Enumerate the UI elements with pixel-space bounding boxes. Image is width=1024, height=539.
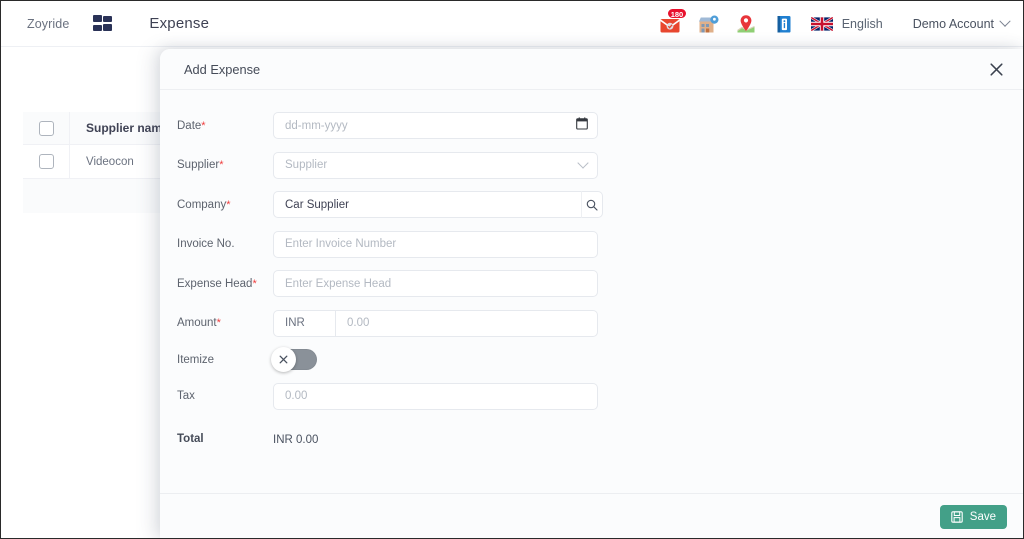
save-button[interactable]: Save <box>939 504 1007 529</box>
company-input[interactable] <box>273 191 582 218</box>
total-value: INR 0.00 <box>273 433 319 446</box>
map-pin-icon[interactable] <box>735 13 757 35</box>
company-control <box>273 191 603 218</box>
search-icon <box>586 199 598 211</box>
grid-square-2 <box>103 16 113 22</box>
save-button-label: Save <box>969 510 996 523</box>
company-search-button[interactable] <box>581 191 603 218</box>
supplier-select[interactable] <box>273 151 598 179</box>
label-amount-text: Amount <box>177 317 217 329</box>
label-supplier-text: Supplier <box>177 159 220 171</box>
field-row-supplier: Supplier* <box>160 151 1023 179</box>
modal-header: Add Expense <box>160 49 1023 90</box>
field-row-total: Total INR 0.00 <box>160 430 1023 448</box>
required-marker: * <box>201 119 206 132</box>
store-icon[interactable] <box>697 13 719 35</box>
field-row-tax: Tax <box>160 382 1023 410</box>
date-input[interactable] <box>273 112 598 139</box>
add-expense-modal: Add Expense Date* dd-mm-yyyy Supplier* S… <box>160 49 1023 538</box>
modal-title: Add Expense <box>184 61 261 77</box>
label-tax: Tax <box>177 390 273 402</box>
row-checkbox[interactable] <box>38 154 54 169</box>
column-header-label: Supplier name <box>86 121 169 135</box>
field-row-itemize: Itemize <box>160 347 1023 372</box>
label-invoice-no-text: Invoice No. <box>177 238 235 250</box>
cell-value: Videocon <box>86 155 134 168</box>
itemize-control <box>271 347 598 372</box>
supplier-control <box>273 151 598 179</box>
label-date: Date* <box>177 120 273 132</box>
uk-flag-icon <box>810 16 833 31</box>
brand-label[interactable]: Zoyride <box>27 17 69 31</box>
page-title: Expense <box>149 15 210 32</box>
language-label: English <box>841 16 883 31</box>
date-control <box>273 112 598 139</box>
label-expense-head-text: Expense Head <box>177 277 253 290</box>
top-navigation-bar: Zoyride Expense 180 English Demo Account <box>1 1 1023 47</box>
label-company: Company* <box>177 199 273 211</box>
grid-apps-icon[interactable] <box>93 15 113 32</box>
label-amount: Amount* <box>177 317 273 329</box>
label-invoice-no: Invoice No. <box>177 238 273 250</box>
info-book-icon[interactable] <box>773 13 795 35</box>
grid-square-4 <box>103 24 113 31</box>
topbar-actions: 180 English Demo Account <box>659 7 1011 35</box>
grid-square-3 <box>93 25 103 31</box>
save-floppy-icon <box>951 510 963 523</box>
label-total-text: Total <box>177 432 204 445</box>
x-icon <box>279 355 288 364</box>
required-marker: * <box>219 159 224 171</box>
grid-square-1 <box>93 15 103 22</box>
label-date-text: Date <box>177 119 202 132</box>
itemize-toggle[interactable] <box>271 347 317 372</box>
label-expense-head: Expense Head* <box>177 278 273 290</box>
modal-body: Date* Supplie <box>160 90 1023 493</box>
row-select-cell[interactable] <box>23 154 69 169</box>
total-control: INR 0.00 <box>273 430 598 448</box>
required-marker: * <box>226 198 231 211</box>
invoice-no-input[interactable] <box>273 230 598 258</box>
label-supplier: Supplier* <box>177 159 273 171</box>
toggle-knob <box>271 347 296 372</box>
amount-input[interactable] <box>335 309 598 337</box>
app-window: Zoyride Expense 180 English Demo Account… <box>0 0 1024 539</box>
mail-icon[interactable]: 180 <box>659 7 688 35</box>
field-row-amount: Amount* INR <box>160 309 1023 337</box>
required-marker: * <box>252 277 257 290</box>
field-row-company: Company* <box>160 191 1023 218</box>
tax-input[interactable] <box>273 382 598 410</box>
label-tax-text: Tax <box>177 390 195 402</box>
tax-control <box>273 382 598 410</box>
expense-head-input[interactable] <box>273 270 598 297</box>
expense-head-control <box>273 270 598 297</box>
select-all-checkbox[interactable] <box>38 120 54 136</box>
mail-badge-count: 180 <box>666 7 688 19</box>
label-total: Total <box>177 433 273 445</box>
chevron-down-icon <box>999 15 1011 27</box>
field-row-date: Date* <box>160 112 1023 139</box>
modal-footer: Save <box>160 493 1023 538</box>
label-itemize-text: Itemize <box>177 353 215 366</box>
label-itemize: Itemize <box>177 354 273 366</box>
field-row-invoice-no: Invoice No. <box>160 230 1023 258</box>
amount-control: INR <box>273 309 598 337</box>
select-all-cell[interactable] <box>23 120 69 136</box>
language-selector[interactable]: English <box>810 16 883 31</box>
invoice-no-control <box>273 230 598 258</box>
amount-currency-label: INR <box>273 309 335 337</box>
field-row-expense-head: Expense Head* <box>160 270 1023 297</box>
close-icon[interactable] <box>985 58 1007 80</box>
account-label: Demo Account <box>912 16 994 31</box>
label-company-text: Company <box>177 198 227 211</box>
required-marker: * <box>216 317 221 329</box>
account-menu[interactable]: Demo Account <box>912 15 1011 31</box>
